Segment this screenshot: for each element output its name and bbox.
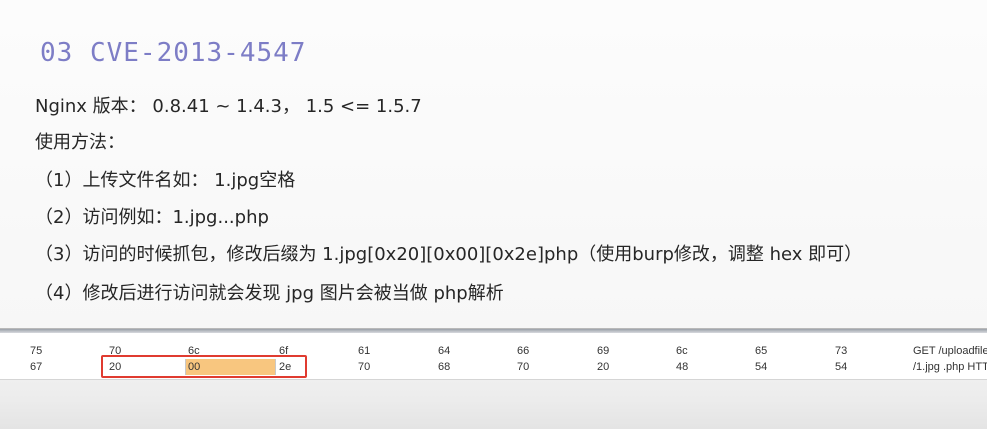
hex-panel-edge xyxy=(0,329,987,333)
version-line: Nginx 版本： 0.8.41 ~ 1.4.3， 1.5 <= 1.5.7 xyxy=(35,96,422,117)
hex-byte[interactable]: 65 xyxy=(755,343,767,359)
hex-byte[interactable]: 64 xyxy=(438,343,450,359)
step-3: （3）访问的时候抓包，修改后缀为 1.jpg[0x20][0x00][0x2e]… xyxy=(35,244,863,265)
hex-byte[interactable]: 54 xyxy=(755,359,767,375)
hex-byte[interactable]: 73 xyxy=(835,343,847,359)
hex-ascii-text[interactable]: GET /uploadfiles xyxy=(913,343,987,359)
hex-byte[interactable]: 70 xyxy=(517,359,529,375)
hex-byte[interactable]: 48 xyxy=(676,359,688,375)
hex-byte[interactable]: 54 xyxy=(835,359,847,375)
hex-byte[interactable]: 70 xyxy=(358,359,370,375)
selection-highlight-box xyxy=(101,355,307,378)
hex-byte[interactable]: 6c xyxy=(676,343,688,359)
hex-byte[interactable]: 69 xyxy=(597,343,609,359)
step-1: （1）上传文件名如： 1.jpg空格 xyxy=(35,170,296,191)
step-2: （2）访问例如：1.jpg...php xyxy=(35,207,269,228)
hex-byte[interactable]: 61 xyxy=(358,343,370,359)
hex-ascii-text[interactable]: /1.jpg .php HTT xyxy=(913,359,987,375)
hex-byte[interactable]: 75 xyxy=(30,343,42,359)
step-4: （4）修改后进行访问就会发现 jpg 图片会被当做 php解析 xyxy=(35,283,504,304)
hex-byte[interactable]: 20 xyxy=(597,359,609,375)
usage-heading: 使用方法： xyxy=(35,132,125,153)
hex-byte[interactable]: 68 xyxy=(438,359,450,375)
hex-byte[interactable]: 66 xyxy=(517,343,529,359)
slide-title: 03 CVE-2013-4547 xyxy=(40,38,307,68)
hex-byte[interactable]: 67 xyxy=(30,359,42,375)
